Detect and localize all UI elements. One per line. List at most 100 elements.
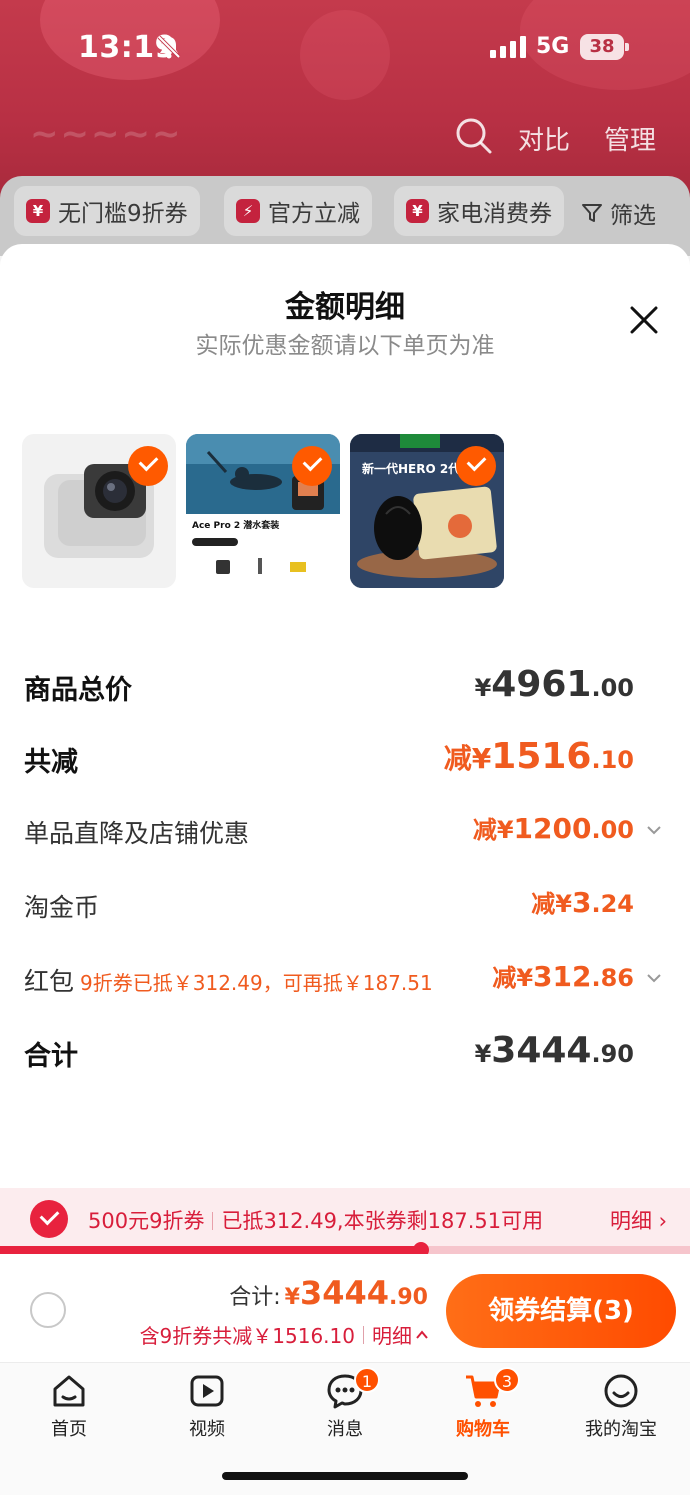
- value-int: 312: [533, 960, 592, 993]
- sheet-subtitle: 实际优惠金额请以下单页为准: [195, 333, 495, 359]
- checkout-total: 合计: ¥3444.90: [229, 1274, 428, 1312]
- row-total-discount: 共减 减¥ 1516.10: [24, 736, 664, 780]
- value-int: 4961: [491, 664, 592, 705]
- currency-prefix: 减¥: [443, 742, 492, 775]
- row-value: ¥3444.90: [475, 1030, 634, 1071]
- row-item-discount[interactable]: 单品直降及店铺优惠 减¥ 1200.00: [24, 810, 664, 854]
- total-int: 3444: [299, 1274, 390, 1312]
- row-label: 淘金币: [24, 893, 100, 922]
- coupon-info: 500元9折券 已抵312.49,本张券剩187.51可用: [88, 1205, 543, 1235]
- row-label: 商品总价: [24, 675, 132, 706]
- tab-label: 首页: [51, 1419, 87, 1440]
- compare-button[interactable]: 对比: [518, 120, 570, 157]
- value-dec: .24: [591, 890, 634, 918]
- row-coins: 淘金币 减¥ 3.24: [24, 884, 664, 928]
- product-thumb-camera-cage[interactable]: [22, 434, 176, 588]
- checkout-bar: 合计: ¥3444.90 含9折券共减￥1516.10 明细 领券结算(3): [0, 1254, 690, 1362]
- message-badge: 1: [354, 1367, 380, 1393]
- filter-label: 筛选: [610, 203, 656, 229]
- divider: [363, 1325, 364, 1344]
- battery-icon: 38: [580, 34, 630, 60]
- bell-mute-icon: [157, 35, 181, 59]
- filter-chip-appliance-coupon[interactable]: ¥ 家电消费券: [394, 186, 564, 236]
- value-int: 1516: [491, 736, 592, 777]
- filter-chip-coupon[interactable]: ¥ 无门槛9折券: [14, 186, 200, 236]
- close-icon[interactable]: [624, 300, 664, 340]
- saving-summary[interactable]: 含9折券共减￥1516.10 明细: [140, 1320, 428, 1349]
- coupon-detail-label: 明细: [610, 1209, 652, 1233]
- battery-level: 38: [589, 36, 615, 57]
- chevron-down-icon[interactable]: [646, 970, 662, 986]
- saving-text: 含9折券共减￥1516.10: [139, 1324, 355, 1348]
- total-dec: .90: [389, 1285, 428, 1310]
- tab-messages[interactable]: 1 消息: [276, 1367, 414, 1443]
- value-dec: .86: [591, 964, 634, 992]
- row-value: 减¥ 3.24: [531, 884, 634, 919]
- taobao-logo: ~~~~~: [30, 114, 183, 154]
- coupon-strip[interactable]: 500元9折券 已抵312.49,本张券剩187.51可用 明细 ›: [0, 1188, 690, 1250]
- sheet-title: 金额明细: [285, 290, 405, 325]
- value-int: 3444: [491, 1030, 592, 1071]
- chevron-up-icon: [416, 1329, 428, 1339]
- value-int: 3: [572, 886, 592, 919]
- divider: [212, 1212, 214, 1230]
- coupon-icon: ¥: [406, 199, 429, 223]
- product-thumb-diving-kit[interactable]: Ace Pro 2 潜水套装: [186, 434, 340, 588]
- tab-home[interactable]: 首页: [0, 1371, 138, 1443]
- coupon-icon: ¥: [26, 199, 50, 223]
- chevron-down-icon[interactable]: [646, 822, 662, 838]
- chip-label: 无门槛9折券: [58, 201, 188, 227]
- filter-chip-official-discount[interactable]: ⚡ 官方立减: [224, 186, 372, 236]
- network-label: 5G: [536, 34, 570, 59]
- tab-label: 购物车: [456, 1419, 510, 1440]
- coupon-detail-link[interactable]: 明细 ›: [610, 1205, 667, 1235]
- currency-prefix: ¥: [474, 674, 492, 702]
- detail-label: 明细: [372, 1324, 412, 1348]
- row-value: 减¥ 1200.00: [473, 810, 634, 845]
- total-label: 合计:: [229, 1285, 281, 1310]
- currency-prefix: ¥: [474, 1040, 492, 1068]
- row-label: 红包 9折券已抵￥312.49，可再抵￥187.51: [24, 962, 433, 998]
- value-dec: .00: [591, 674, 634, 702]
- value-dec: .00: [591, 816, 634, 844]
- currency-prefix: 减¥: [531, 890, 572, 918]
- row-value: ¥4961.00: [475, 664, 634, 705]
- coupon-check-icon[interactable]: [30, 1200, 68, 1238]
- lightning-icon: ⚡: [236, 199, 260, 223]
- video-play-icon: [190, 1375, 224, 1407]
- row-red-packet[interactable]: 红包 9折券已抵￥312.49，可再抵￥187.51 减¥ 312.86: [24, 958, 664, 1002]
- coupon-progress-bar: [0, 1242, 690, 1258]
- manage-button[interactable]: 管理: [604, 120, 656, 157]
- search-icon[interactable]: [454, 116, 494, 156]
- currency-prefix: 减¥: [492, 964, 534, 992]
- coupon-remaining: 已抵312.49,本张券剩187.51可用: [221, 1209, 544, 1233]
- product-thumb-mouse[interactable]: 新一代HERO 2代: [350, 434, 504, 588]
- thumb-caption: Ace Pro 2 潜水套装: [192, 521, 280, 531]
- value-int: 1200: [513, 812, 592, 845]
- currency-prefix: ¥: [284, 1285, 300, 1310]
- status-bar: 13:19 5G 38: [0, 0, 690, 96]
- selected-check-icon: [128, 446, 168, 486]
- row-sum: 合计 ¥3444.90: [24, 1030, 664, 1074]
- tab-my-taobao[interactable]: 我的淘宝: [552, 1371, 690, 1443]
- chip-label: 官方立减: [268, 201, 360, 227]
- tab-label: 视频: [189, 1419, 225, 1440]
- cart-badge: 3: [494, 1367, 520, 1393]
- header-bar: ~~~~~ 对比 管理: [0, 110, 690, 162]
- select-all-checkbox[interactable]: [30, 1292, 66, 1328]
- thumb-caption: 新一代HERO 2代: [362, 462, 461, 476]
- smiley-face-icon: [604, 1374, 638, 1408]
- currency-prefix: 减¥: [472, 816, 514, 844]
- value-dec: .10: [591, 746, 634, 774]
- tab-video[interactable]: 视频: [138, 1371, 276, 1443]
- coupon-name: 500元9折券: [88, 1209, 205, 1233]
- progress-fill: [0, 1246, 421, 1254]
- filter-button[interactable]: 筛选: [580, 196, 656, 230]
- tab-cart[interactable]: 3 购物车: [414, 1367, 552, 1443]
- tab-label: 我的淘宝: [585, 1419, 657, 1440]
- battery-cap: [625, 43, 629, 51]
- home-indicator: [222, 1472, 468, 1480]
- red-packet-note: 9折券已抵￥312.49，可再抵￥187.51: [80, 971, 433, 995]
- checkout-button[interactable]: 领券结算(3): [446, 1274, 676, 1348]
- row-value: 减¥ 312.86: [492, 958, 634, 993]
